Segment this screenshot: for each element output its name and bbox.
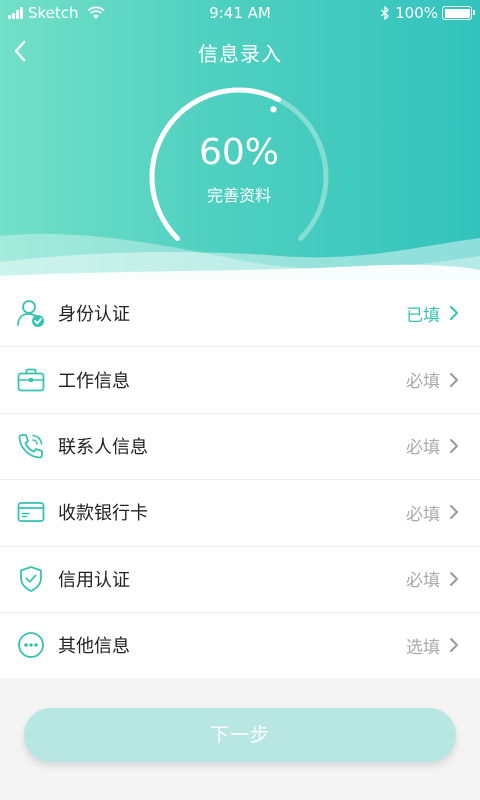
status-right: 100% bbox=[380, 4, 475, 22]
progress-ring bbox=[149, 87, 329, 242]
chevron-right-icon bbox=[450, 638, 458, 653]
status-bar: Sketch 9:41 AM 100% bbox=[0, 0, 480, 26]
progress-label: 完善资料 bbox=[206, 186, 271, 205]
list-item-label: 其他信息 bbox=[58, 636, 130, 658]
bank-card-icon bbox=[16, 497, 46, 527]
user-verified-icon bbox=[16, 298, 46, 328]
list-item-identity[interactable]: 身份认证 已填 bbox=[0, 280, 480, 346]
list-item-label: 工作信息 bbox=[58, 370, 130, 392]
battery-icon bbox=[442, 6, 475, 20]
list-item-contacts[interactable]: 联系人信息 必填 bbox=[0, 412, 480, 479]
list-item-status: 选填 bbox=[406, 637, 440, 658]
list-item-status: 已填 bbox=[406, 305, 440, 326]
list-item-work[interactable]: 工作信息 必填 bbox=[0, 346, 480, 412]
briefcase-icon bbox=[16, 365, 46, 395]
list-item-status: 必填 bbox=[406, 372, 440, 393]
battery-percent: 100% bbox=[395, 4, 438, 22]
progress-percent: 60% bbox=[198, 132, 279, 173]
chevron-right-icon bbox=[450, 372, 458, 387]
list-item-credit[interactable]: 信用认证 必填 bbox=[0, 545, 480, 612]
next-step-button[interactable]: 下一步 bbox=[24, 708, 456, 762]
shield-check-icon bbox=[16, 564, 46, 594]
more-dots-icon bbox=[16, 630, 46, 660]
list-item-status: 必填 bbox=[406, 438, 440, 459]
chevron-right-icon bbox=[450, 571, 458, 586]
progress-ring-knob bbox=[270, 106, 277, 113]
list-item-status: 必填 bbox=[406, 504, 440, 525]
page-title: 信息录入 bbox=[198, 42, 282, 66]
list-item-label: 联系人信息 bbox=[58, 436, 148, 458]
chevron-right-icon bbox=[450, 306, 458, 321]
chevron-right-icon bbox=[450, 505, 458, 520]
list-item-label: 信用认证 bbox=[58, 569, 130, 591]
bluetooth-icon bbox=[381, 6, 390, 20]
header: Sketch 9:41 AM 100% 信息录入 60% 完善资料 bbox=[0, 0, 480, 280]
phone-icon bbox=[16, 431, 46, 461]
list-item-bank-card[interactable]: 收款银行卡 必填 bbox=[0, 479, 480, 545]
list-item-other[interactable]: 其他信息 选填 bbox=[0, 611, 480, 678]
list-item-label: 收款银行卡 bbox=[58, 503, 148, 525]
info-list: 身份认证 已填 工作信息 必填 联系人信息 必填 收款银行卡 必填 信用认证 必… bbox=[0, 280, 480, 679]
list-item-status: 必填 bbox=[406, 571, 440, 592]
list-item-label: 身份认证 bbox=[58, 304, 130, 326]
chevron-right-icon bbox=[450, 438, 458, 453]
